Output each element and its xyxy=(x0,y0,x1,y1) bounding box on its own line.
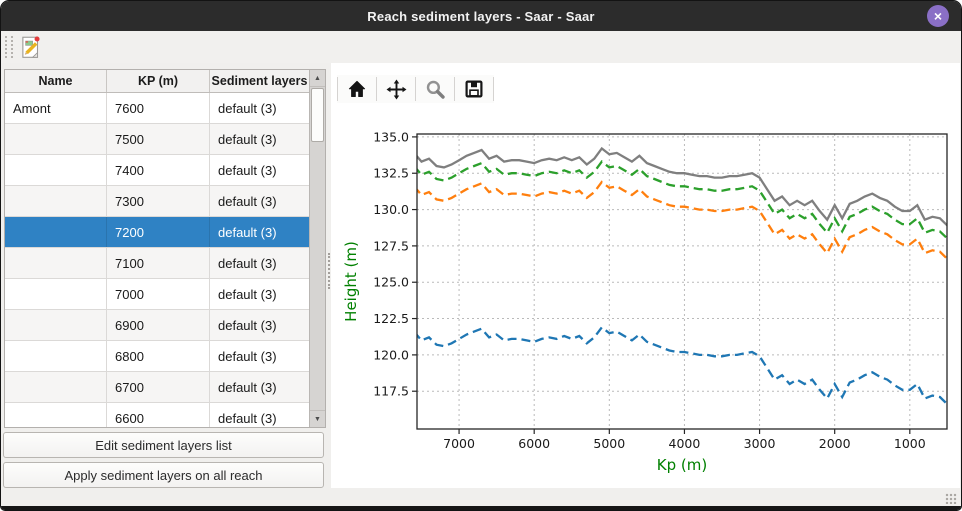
plot-save-button[interactable] xyxy=(455,75,493,103)
svg-text:135.0: 135.0 xyxy=(373,129,409,144)
svg-text:132.5: 132.5 xyxy=(373,166,409,181)
cell-name xyxy=(5,217,107,247)
cell-kp: 6900 xyxy=(107,310,210,340)
table-row[interactable]: 7000default (3) xyxy=(5,278,309,309)
cell-name: Amont xyxy=(5,93,107,123)
sediment-layers-table: Name KP (m) Sediment layers Amont7600def… xyxy=(4,69,326,428)
cell-layers: default (3) xyxy=(210,310,309,340)
column-header-sediment-layers[interactable]: Sediment layers xyxy=(210,70,309,92)
svg-text:1000: 1000 xyxy=(894,436,926,451)
cell-layers: default (3) xyxy=(210,279,309,309)
svg-text:125.0: 125.0 xyxy=(373,275,409,290)
table-grid: Name KP (m) Sediment layers Amont7600def… xyxy=(5,70,309,427)
svg-text:5000: 5000 xyxy=(593,436,625,451)
cell-layers: default (3) xyxy=(210,248,309,278)
table-row[interactable]: 6700default (3) xyxy=(5,371,309,402)
svg-text:4000: 4000 xyxy=(669,436,701,451)
profile-chart: 7000 6000 5000 4000 3000 2000 1000 135.0 132.5 13… xyxy=(331,63,960,488)
cell-kp: 7300 xyxy=(107,186,210,216)
plot-zoom-button[interactable] xyxy=(416,75,454,103)
table-scrollbar[interactable]: ▲ ▼ xyxy=(309,70,325,427)
svg-text:6000: 6000 xyxy=(518,436,550,451)
plot-pan-button[interactable] xyxy=(377,75,415,103)
table-row[interactable]: 7300default (3) xyxy=(5,185,309,216)
svg-text:3000: 3000 xyxy=(744,436,776,451)
close-button[interactable]: × xyxy=(927,5,949,27)
window-title: Reach sediment layers - Saar - Saar xyxy=(367,9,594,24)
cell-name xyxy=(5,310,107,340)
cell-layers: default (3) xyxy=(210,217,309,247)
window-bottom-edge xyxy=(1,506,961,510)
scrollbar-up-button[interactable]: ▲ xyxy=(310,70,325,87)
cell-kp: 7400 xyxy=(107,155,210,185)
column-header-kp[interactable]: KP (m) xyxy=(107,70,210,92)
cell-name xyxy=(5,341,107,371)
toolbar-drag-handle[interactable] xyxy=(5,36,13,58)
cell-kp: 7100 xyxy=(107,248,210,278)
table-row[interactable]: 7100default (3) xyxy=(5,247,309,278)
svg-text:122.5: 122.5 xyxy=(373,311,409,326)
svg-text:2000: 2000 xyxy=(819,436,851,451)
scroll-up-icon: ▲ xyxy=(314,75,321,82)
cell-kp: 6700 xyxy=(107,372,210,402)
svg-text:130.0: 130.0 xyxy=(373,202,409,217)
scrollbar-down-button[interactable]: ▼ xyxy=(310,410,325,427)
sediment-table-rows: Amont7600default (3)7500default (3)7400d… xyxy=(5,93,309,427)
table-row[interactable]: 7200default (3) xyxy=(5,216,309,247)
scroll-down-icon: ▼ xyxy=(314,416,321,423)
svg-text:127.5: 127.5 xyxy=(373,238,409,253)
cell-name xyxy=(5,124,107,154)
cell-layers: default (3) xyxy=(210,186,309,216)
plot-toolbar xyxy=(337,75,494,103)
cell-kp: 7000 xyxy=(107,279,210,309)
cell-name xyxy=(5,372,107,402)
cell-kp: 7600 xyxy=(107,93,210,123)
cell-name xyxy=(5,403,107,427)
table-header: Name KP (m) Sediment layers xyxy=(5,70,309,93)
column-header-name[interactable]: Name xyxy=(5,70,107,92)
table-row[interactable]: 6900default (3) xyxy=(5,309,309,340)
table-row[interactable]: Amont7600default (3) xyxy=(5,93,309,123)
pan-icon xyxy=(386,79,407,100)
svg-text:117.5: 117.5 xyxy=(373,384,409,399)
panel-splitter-handle[interactable] xyxy=(328,253,330,289)
table-row[interactable]: 6800default (3) xyxy=(5,340,309,371)
cell-name xyxy=(5,279,107,309)
cell-layers: default (3) xyxy=(210,124,309,154)
cell-kp: 6600 xyxy=(107,403,210,427)
svg-text:Height (m): Height (m) xyxy=(342,241,360,322)
apply-sediment-layers-button[interactable]: Apply sediment layers on all reach xyxy=(3,462,324,488)
svg-text:120.0: 120.0 xyxy=(373,347,409,362)
cell-name xyxy=(5,155,107,185)
scrollbar-thumb[interactable] xyxy=(311,88,324,142)
table-row[interactable]: 6600default (3) xyxy=(5,402,309,427)
titlebar[interactable]: Reach sediment layers - Saar - Saar × xyxy=(1,1,961,31)
svg-text:7000: 7000 xyxy=(443,436,475,451)
edit-sediment-layers-list-button[interactable]: Edit sediment layers list xyxy=(3,432,324,458)
main-toolbar xyxy=(1,31,961,63)
table-row[interactable]: 7400default (3) xyxy=(5,154,309,185)
table-row[interactable]: 7500default (3) xyxy=(5,123,309,154)
notepad-pencil-icon xyxy=(18,34,44,60)
cell-name xyxy=(5,186,107,216)
svg-text:Kp (m): Kp (m) xyxy=(657,456,707,474)
cell-layers: default (3) xyxy=(210,93,309,123)
magnifier-icon xyxy=(425,79,446,100)
cell-kp: 7500 xyxy=(107,124,210,154)
figure-canvas: 7000 6000 5000 4000 3000 2000 1000 135.0 132.5 13… xyxy=(331,63,960,488)
cell-kp: 6800 xyxy=(107,341,210,371)
plot-home-button[interactable] xyxy=(338,75,376,103)
cell-kp: 7200 xyxy=(107,217,210,247)
window-resize-grip[interactable] xyxy=(945,493,957,504)
home-icon xyxy=(347,79,367,99)
close-icon: × xyxy=(934,8,942,24)
reach-sediment-layers-window: Reach sediment layers - Saar - Saar × Na… xyxy=(0,0,962,511)
save-icon xyxy=(464,79,484,99)
cell-layers: default (3) xyxy=(210,403,309,427)
cell-layers: default (3) xyxy=(210,372,309,402)
edit-sediment-tool-button[interactable] xyxy=(17,33,45,61)
cell-layers: default (3) xyxy=(210,155,309,185)
cell-name xyxy=(5,248,107,278)
cell-layers: default (3) xyxy=(210,341,309,371)
